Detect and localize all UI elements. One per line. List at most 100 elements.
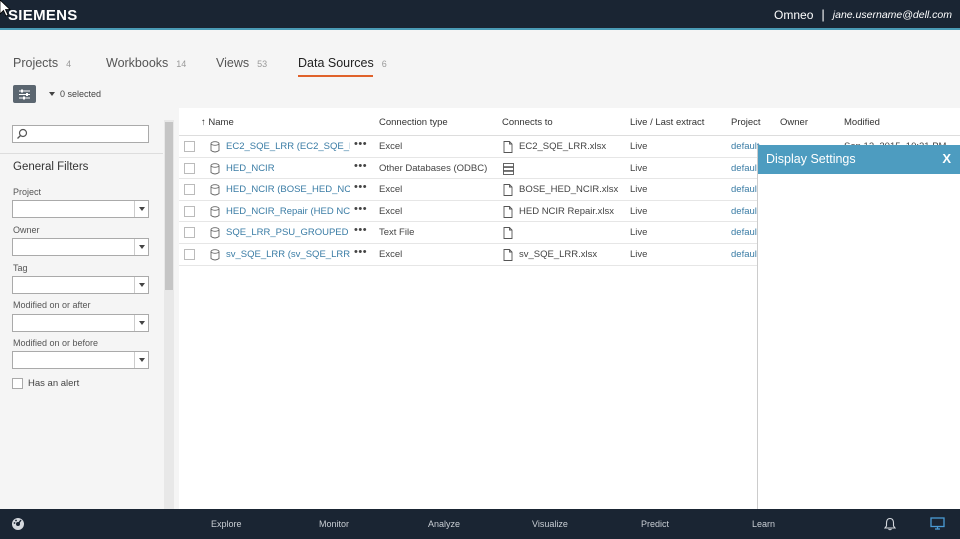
column-header-connection-type[interactable]: Connection type (379, 117, 448, 128)
data-source-name-link[interactable]: HED_NCIR_Repair (HED NC... (226, 206, 350, 217)
content-tabs: Projects 4 Workbooks 14 Views 53 Data So… (0, 32, 960, 82)
database-icon (210, 184, 220, 196)
column-header-name[interactable]: ↑ Name (201, 117, 234, 128)
project-link[interactable]: default (731, 184, 760, 195)
project-link[interactable]: default (731, 206, 760, 217)
row-checkbox[interactable] (184, 184, 195, 196)
scrollbar-thumb[interactable] (165, 122, 173, 290)
file-icon (503, 248, 513, 266)
top-bar: SIEMENS Omneo | jane.username@dell.com (0, 0, 960, 30)
project-link[interactable]: default (731, 227, 760, 238)
data-source-name-link[interactable]: EC2_SQE_LRR (EC2_SQE_L... (226, 141, 350, 152)
tab-label: Views (216, 56, 250, 70)
has-alert-label: Has an alert (28, 378, 80, 389)
file-icon (503, 226, 513, 244)
nav-analyze[interactable]: Analyze (428, 519, 460, 529)
app-name[interactable]: Omneo (774, 8, 813, 22)
database-icon (210, 206, 220, 218)
file-icon (503, 141, 513, 153)
dashboard-gauge-icon[interactable] (11, 517, 25, 530)
column-label: Name (208, 117, 234, 128)
more-actions-button[interactable]: ••• (354, 181, 367, 193)
data-source-name-link[interactable]: SQE_LRR_PSU_GROUPED (226, 227, 350, 238)
modified-before-label: Modified on or before (13, 338, 99, 348)
has-alert-filter[interactable]: Has an alert (12, 378, 79, 389)
more-actions-button[interactable]: ••• (354, 160, 367, 172)
tab-workbooks[interactable]: Workbooks 14 (106, 56, 186, 70)
modified-after-select[interactable] (12, 314, 149, 332)
selected-count: 0 selected (60, 89, 102, 99)
tab-label: Data Sources (298, 56, 374, 70)
live-status: Live (630, 249, 648, 260)
display-settings-header: Display Settings X (758, 145, 960, 174)
column-header-modified[interactable]: Modified (844, 117, 880, 128)
connects-to: HED NCIR Repair.xlsx (519, 205, 615, 217)
row-checkbox[interactable] (184, 249, 195, 260)
project-filter-select[interactable] (12, 200, 149, 218)
tab-projects[interactable]: Projects 4 (13, 56, 71, 70)
file-icon (503, 183, 513, 201)
siemens-logo[interactable]: SIEMENS (8, 7, 78, 24)
data-source-name-link[interactable]: HED_NCIR (BOSE_HED_NC... (226, 184, 350, 195)
database-icon (210, 141, 220, 153)
row-checkbox[interactable] (184, 162, 195, 174)
has-alert-checkbox[interactable] (12, 378, 23, 389)
data-source-name-link[interactable]: sv_SQE_LRR (sv_SQE_LRR)... (226, 249, 350, 260)
account-area: Omneo | jane.username@dell.com (774, 7, 952, 22)
nav-explore[interactable]: Explore (211, 519, 242, 529)
column-header-owner[interactable]: Owner (780, 117, 808, 128)
project-link[interactable]: default (731, 249, 760, 260)
display-settings-title: Display Settings (766, 152, 856, 166)
file-icon (503, 227, 513, 240)
tab-data-sources[interactable]: Data Sources 6 (298, 56, 387, 77)
data-source-name-link[interactable]: HED_NCIR (226, 163, 350, 174)
column-header-live[interactable]: Live / Last extract (630, 117, 704, 128)
monitor-icon[interactable] (930, 517, 945, 530)
row-checkbox[interactable] (184, 205, 195, 217)
user-email[interactable]: jane.username@dell.com (833, 9, 952, 21)
bottom-nav-bar: Explore Monitor Analyze Visualize Predic… (0, 509, 960, 539)
more-actions-button[interactable]: ••• (354, 203, 367, 215)
nav-monitor[interactable]: Monitor (319, 519, 349, 529)
tab-count: 14 (176, 59, 187, 69)
nav-learn[interactable]: Learn (752, 519, 775, 529)
database-icon (210, 162, 220, 175)
tab-views[interactable]: Views 53 (216, 56, 267, 70)
close-button[interactable]: X (942, 151, 951, 166)
nav-visualize[interactable]: Visualize (532, 519, 568, 529)
database-icon (210, 140, 220, 158)
more-actions-button[interactable]: ••• (354, 246, 367, 258)
more-actions-button[interactable]: ••• (354, 224, 367, 236)
server-icon (503, 162, 514, 175)
tag-filter-select[interactable] (12, 276, 149, 294)
filter-panel-scrollbar[interactable] (164, 120, 174, 509)
column-header-project[interactable]: Project (731, 117, 761, 128)
project-link[interactable]: default (731, 163, 760, 174)
filter-search-input[interactable] (12, 125, 149, 143)
nav-predict[interactable]: Predict (641, 519, 669, 529)
sliders-icon (19, 89, 30, 99)
owner-filter-select[interactable] (12, 238, 149, 256)
selection-dropdown[interactable]: 0 selected (49, 89, 101, 99)
filter-toggle-button[interactable] (13, 85, 36, 103)
row-checkbox[interactable] (184, 141, 195, 152)
row-checkbox[interactable] (184, 227, 195, 239)
bell-icon[interactable] (884, 517, 896, 531)
column-header-connects-to[interactable]: Connects to (502, 117, 553, 128)
database-icon (210, 162, 220, 180)
project-link[interactable]: default (731, 141, 760, 152)
live-status: Live (630, 141, 648, 152)
toolbar: 0 selected (0, 82, 960, 108)
divider (0, 153, 163, 154)
modified-before-select[interactable] (12, 351, 149, 369)
live-status: Live (630, 205, 648, 217)
database-icon (210, 227, 220, 239)
connection-type: Excel (379, 141, 403, 152)
chevron-down-icon (134, 239, 148, 255)
server-icon (503, 162, 514, 180)
more-actions-button[interactable]: ••• (354, 138, 367, 150)
live-status: Live (630, 227, 648, 239)
sort-arrow-icon: ↑ (201, 117, 206, 128)
filters-heading: General Filters (13, 161, 89, 173)
file-icon (503, 205, 513, 218)
